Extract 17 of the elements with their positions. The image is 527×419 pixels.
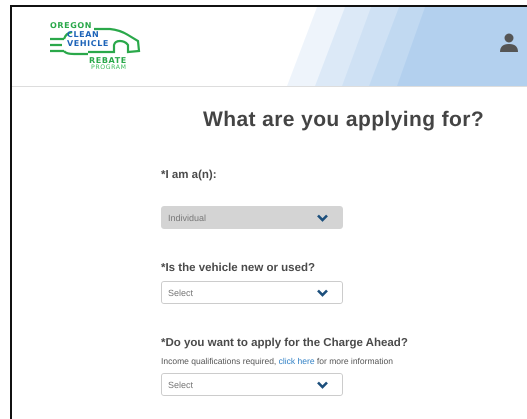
chevron-icon: [317, 214, 328, 222]
logo-text: VEHICLE: [67, 39, 109, 48]
car-icon: [48, 28, 140, 56]
user-icon[interactable]: [500, 33, 518, 52]
help-text: Income qualifications required, click here for more information: [161, 355, 394, 367]
help-link[interactable]: click here: [278, 356, 315, 366]
field-label: *Is the vehicle new or used?: [161, 261, 316, 275]
logo-text: OREGON: [50, 21, 92, 30]
dropdown[interactable]: Select: [161, 281, 343, 304]
logo-text: CLEAN: [67, 30, 100, 39]
page-heading: What are you applying for?: [203, 107, 486, 133]
logo-text: REBATE: [89, 56, 127, 65]
chevron-icon: [317, 380, 328, 388]
chevron-icon: [317, 288, 328, 296]
field-label: *Do you want to apply for the Charge Ahead?: [161, 336, 409, 350]
field-label: *I am a(n):: [161, 168, 218, 182]
dropdown[interactable]: Select: [161, 373, 343, 396]
